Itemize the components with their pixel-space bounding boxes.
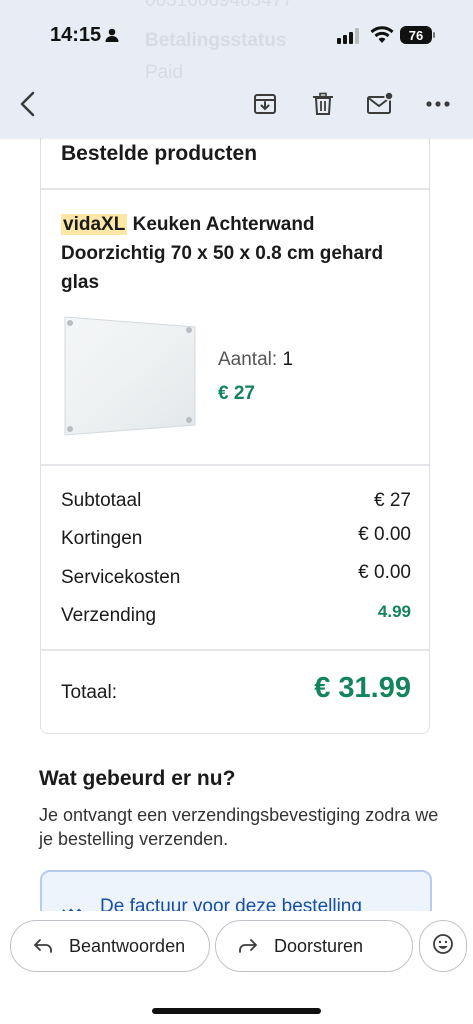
emoji-reaction-button[interactable] xyxy=(419,920,467,972)
mark-unread-icon[interactable] xyxy=(366,90,394,118)
product-price: € 27 xyxy=(218,383,255,404)
payment-status-value-faded: Paid xyxy=(145,62,184,83)
product-title[interactable]: vidaXL Keuken Achterwand Doorzichtig 70 … xyxy=(61,210,411,297)
quantity-value: 1 xyxy=(282,349,294,370)
service-costs-label: Servicekosten xyxy=(61,567,181,588)
divider xyxy=(41,649,429,651)
brand-name: vidaXL xyxy=(61,214,128,235)
divider xyxy=(41,188,429,190)
quantity: Aantal: 1 xyxy=(218,349,293,371)
more-icon[interactable] xyxy=(424,90,452,118)
reply-label: Beantwoorden xyxy=(69,935,186,956)
service-costs-value: € 0.00 xyxy=(358,562,411,583)
product-image[interactable] xyxy=(61,313,197,439)
smiley-icon xyxy=(432,933,454,960)
payment-status-label-faded: Betalingsstatus xyxy=(145,30,287,51)
archive-icon[interactable] xyxy=(251,90,279,118)
battery-indicator: 76 xyxy=(400,26,432,44)
back-icon[interactable] xyxy=(14,90,42,118)
home-indicator[interactable] xyxy=(152,1008,321,1014)
forward-button[interactable]: Doorsturen xyxy=(215,920,413,972)
subtotal-label: Subtotaal xyxy=(61,490,142,511)
subtotal-value: € 27 xyxy=(374,490,411,511)
total-label: Totaal: xyxy=(61,682,117,703)
battery-cap xyxy=(433,32,435,38)
cellular-signal-icon xyxy=(337,28,361,49)
next-steps-title: Wat gebeurd er nu? xyxy=(39,767,236,790)
person-icon xyxy=(104,27,120,48)
total-value: € 31.99 xyxy=(314,672,411,704)
forward-label: Doorsturen xyxy=(274,935,364,956)
status-time: 14:15 xyxy=(50,24,102,46)
next-steps-text: Je ontvangt een verzendingsbevestiging z… xyxy=(39,805,439,849)
discounts-label: Kortingen xyxy=(61,528,143,549)
reply-icon xyxy=(33,935,55,957)
reply-button[interactable]: Beantwoorden xyxy=(10,920,210,972)
forward-icon xyxy=(238,935,260,957)
shipping-value: 4.99 xyxy=(377,602,411,621)
divider xyxy=(41,464,429,466)
quantity-label: Aantal: xyxy=(218,349,278,370)
order-number-faded: 00310069483477 xyxy=(145,0,293,11)
discounts-value: € 0.00 xyxy=(358,524,411,545)
section-title: Bestelde producten xyxy=(61,142,258,165)
delete-icon[interactable] xyxy=(309,90,337,118)
shipping-label: Verzending xyxy=(61,605,157,626)
top-app-bar: 00310069483477 Betalingsstatus Paid 14:1… xyxy=(0,0,473,138)
wifi-icon xyxy=(370,25,394,50)
